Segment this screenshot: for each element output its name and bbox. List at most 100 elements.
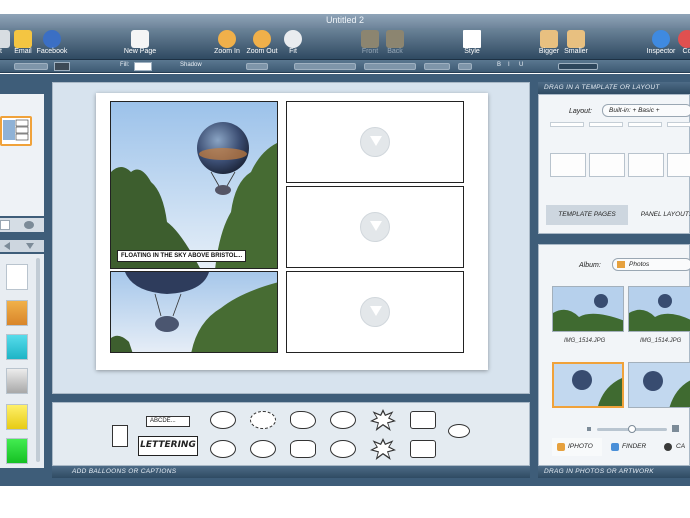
cloud-balloon[interactable] bbox=[290, 440, 316, 458]
zoom-out-icon bbox=[253, 30, 271, 48]
line-width-menu[interactable] bbox=[246, 63, 268, 70]
inspector-button[interactable]: Inspector bbox=[647, 28, 675, 60]
undo-arrow-icon[interactable] bbox=[4, 242, 10, 250]
page-thumbnails-panel bbox=[0, 94, 44, 216]
smaller-button[interactable]: Smaller bbox=[564, 28, 588, 60]
caption-element[interactable]: ABCDE... bbox=[146, 416, 190, 427]
photo-caption-2: IMG_1514.JPG bbox=[640, 338, 682, 344]
font-color-well[interactable] bbox=[54, 62, 70, 71]
rect-balloon[interactable] bbox=[410, 440, 436, 458]
swatches-scrollbar[interactable] bbox=[36, 258, 40, 462]
tray-title: Add balloons or captions bbox=[72, 468, 177, 475]
italic-button[interactable]: I bbox=[508, 62, 510, 68]
fill-color-well[interactable] bbox=[134, 62, 152, 71]
fill-label: Fill: bbox=[120, 62, 130, 68]
underline-button[interactable]: U bbox=[519, 62, 523, 68]
thought-balloon[interactable] bbox=[330, 411, 356, 429]
speech-balloon[interactable] bbox=[210, 411, 236, 429]
gear-icon[interactable] bbox=[24, 221, 34, 229]
photo-thumb-3-selected[interactable] bbox=[552, 362, 624, 408]
whisper-balloon[interactable] bbox=[250, 411, 276, 429]
fit-button[interactable]: Fit bbox=[284, 28, 302, 60]
thumbnail-size-field[interactable] bbox=[0, 220, 10, 230]
empty-panel-1[interactable] bbox=[286, 101, 464, 183]
bigger-button[interactable]: Bigger bbox=[538, 28, 560, 60]
colors-button[interactable]: Co bbox=[678, 28, 690, 60]
speech-balloon-2[interactable] bbox=[210, 440, 236, 458]
swatch-cyan[interactable] bbox=[6, 334, 28, 360]
photo-thumb-1[interactable] bbox=[552, 286, 624, 332]
zoom-in-icon bbox=[218, 30, 236, 48]
format-bar: Fill: Shadow B I U bbox=[0, 60, 690, 73]
layout-thumb[interactable] bbox=[628, 122, 662, 127]
alignment-control[interactable] bbox=[558, 63, 598, 70]
empty-panel-3[interactable] bbox=[286, 271, 464, 353]
balloon-basket bbox=[215, 185, 231, 195]
photo-thumb-4[interactable] bbox=[628, 362, 690, 408]
lettering-element[interactable]: LETTERING bbox=[138, 436, 198, 456]
thumbnail-panel bbox=[15, 119, 29, 127]
layout-thumb[interactable] bbox=[589, 122, 623, 127]
comic-caption[interactable]: Floating in the sky above Bristol... bbox=[117, 250, 247, 262]
down-arrow-icon[interactable] bbox=[26, 243, 34, 249]
photo-size-slider-knob[interactable] bbox=[628, 425, 636, 433]
shadow-label: Shadow bbox=[180, 62, 202, 68]
color-swatches-panel bbox=[0, 254, 44, 468]
photo-caption-1: IMG_1514.JPG bbox=[564, 338, 606, 344]
swatch-white[interactable] bbox=[6, 264, 28, 290]
right-top-rim bbox=[538, 74, 690, 82]
layout-thumb[interactable] bbox=[550, 122, 584, 127]
page-thumbnail-selected[interactable] bbox=[0, 116, 32, 146]
main-toolbar: t Email Facebook New Page Zoom In Zoom O… bbox=[0, 28, 690, 60]
layout-select[interactable]: Built-in: + Basic + bbox=[602, 104, 690, 117]
style-icon bbox=[463, 30, 481, 48]
comic-life-window: Untitled 2 t Email Facebook New Page Zoo… bbox=[0, 0, 690, 518]
oval-balloon[interactable] bbox=[250, 440, 276, 458]
swatch-green[interactable] bbox=[6, 438, 28, 464]
zoom-fit-icon bbox=[284, 30, 302, 48]
facebook-button[interactable]: Facebook bbox=[37, 28, 67, 60]
layout-thumb[interactable] bbox=[667, 153, 690, 177]
small-balloon[interactable] bbox=[448, 424, 470, 438]
empty-panel-2[interactable] bbox=[286, 186, 464, 268]
swatch-orange[interactable] bbox=[6, 300, 28, 326]
text-color-well[interactable] bbox=[458, 63, 472, 70]
swatch-yellow[interactable] bbox=[6, 404, 28, 430]
layout-thumb[interactable] bbox=[550, 153, 586, 177]
layout-thumb[interactable] bbox=[628, 153, 664, 177]
tab-panel-layouts[interactable]: Panel Layouts bbox=[640, 205, 690, 225]
style-button[interactable]: Style bbox=[462, 28, 482, 60]
jagged-balloon[interactable] bbox=[290, 411, 316, 429]
blank-page-element[interactable] bbox=[112, 425, 128, 447]
photo-panel-2[interactable] bbox=[110, 271, 278, 353]
page-thumbnail-preview bbox=[3, 119, 29, 141]
drop-arrow-icon bbox=[360, 297, 390, 327]
font-menu[interactable] bbox=[14, 63, 48, 70]
photo-panel-1[interactable]: Floating in the sky above Bristol... bbox=[110, 101, 278, 269]
font-size-menu[interactable] bbox=[424, 63, 450, 70]
small-size-icon bbox=[587, 427, 591, 431]
back-button[interactable]: Back bbox=[385, 28, 405, 60]
front-button[interactable]: Front bbox=[360, 28, 380, 60]
tab-template-pages[interactable]: Template Pages bbox=[546, 205, 628, 225]
print-button[interactable]: t bbox=[0, 28, 10, 60]
round-balloon[interactable] bbox=[330, 440, 356, 458]
box-balloon[interactable] bbox=[410, 411, 436, 429]
zoom-in-button[interactable]: Zoom In bbox=[214, 28, 240, 60]
thumbnail-panel bbox=[15, 126, 29, 134]
layout-thumb[interactable] bbox=[667, 122, 690, 127]
photo-thumb-image bbox=[553, 287, 623, 331]
font-style-menu[interactable] bbox=[364, 63, 416, 70]
photos-album-icon bbox=[617, 261, 625, 268]
window-bottom-rim bbox=[0, 478, 690, 486]
swatch-gray[interactable] bbox=[6, 368, 28, 394]
bold-button[interactable]: B bbox=[497, 62, 501, 68]
zoom-out-button[interactable]: Zoom Out bbox=[246, 28, 278, 60]
tray-title-bar: Add balloons or captions bbox=[52, 466, 530, 478]
photo-thumb-2[interactable] bbox=[628, 286, 690, 332]
smaller-icon bbox=[567, 30, 585, 48]
font-family-menu[interactable] bbox=[294, 63, 356, 70]
email-button[interactable]: Email bbox=[12, 28, 34, 60]
layout-thumb[interactable] bbox=[589, 153, 625, 177]
new-page-button[interactable]: New Page bbox=[124, 28, 156, 60]
